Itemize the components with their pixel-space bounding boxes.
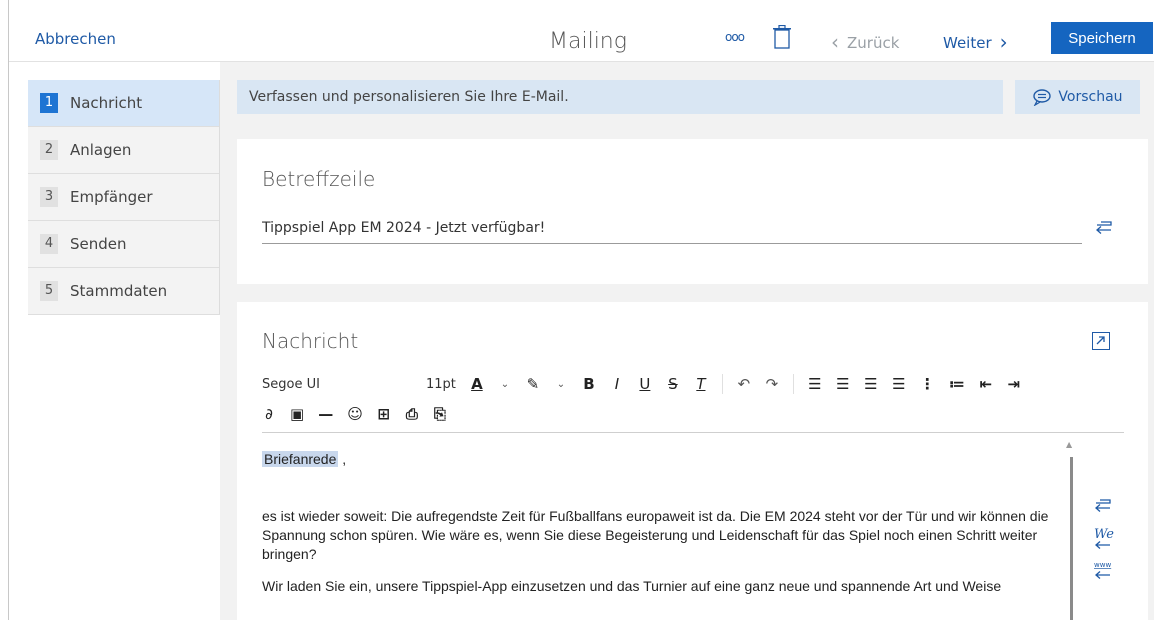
table-icon[interactable]: ⊞ [377, 403, 391, 425]
sidebar-item-label: Empfänger [70, 188, 153, 206]
subject-title: Betreffzeile [262, 167, 376, 191]
sidebar-item-nachricht[interactable]: 1 Nachricht [28, 80, 220, 127]
chevron-down-icon[interactable]: ⌄ [498, 373, 512, 395]
chevron-down-icon[interactable]: ⌄ [554, 373, 568, 395]
step-number: 3 [40, 187, 58, 207]
sidebar-item-label: Nachricht [70, 94, 143, 112]
align-right-icon[interactable]: ☰ [864, 373, 878, 395]
top-bar: Abbrechen Mailing ooo ‹ Zurück Weiter › Sp… [9, 0, 1154, 62]
sidebar-item-senden[interactable]: 4 Senden [28, 221, 220, 268]
font-color-icon[interactable]: A [470, 373, 484, 395]
bold-icon[interactable]: B [582, 373, 596, 395]
message-paragraph: Wir laden Sie ein, unsere Tippspiel-App … [262, 578, 1002, 594]
message-editor[interactable]: Briefanrede , es ist wieder soweit: Die … [262, 450, 1052, 609]
expand-icon[interactable] [1092, 332, 1110, 350]
step-number: 2 [40, 140, 58, 160]
message-title: Nachricht [262, 329, 359, 353]
editor-divider [262, 432, 1124, 433]
insert-field-icon[interactable] [1093, 219, 1115, 237]
svg-text:www: www [1094, 561, 1111, 569]
italic-icon[interactable]: I [610, 373, 624, 395]
salutation-placeholder[interactable]: Briefanrede [262, 451, 339, 467]
preview-button[interactable]: Vorschau [1015, 80, 1140, 114]
sidebar-item-label: Anlagen [70, 141, 132, 159]
horizontal-rule-icon[interactable]: — [318, 403, 333, 425]
scroll-up-arrow[interactable]: ▲ [1066, 440, 1072, 449]
font-family-select[interactable]: Segoe UI [262, 373, 412, 395]
link-icon[interactable]: ∂ [262, 403, 276, 425]
more-options-icon[interactable]: ooo [725, 30, 745, 44]
cancel-button[interactable]: Abbrechen [35, 30, 116, 48]
sidebar-item-anlagen[interactable]: 2 Anlagen [28, 127, 220, 174]
salutation-suffix: , [338, 451, 347, 467]
sidebar-item-stammdaten[interactable]: 5 Stammdaten [28, 268, 220, 315]
sidebar-divider [219, 80, 220, 314]
preview-label: Vorschau [1058, 89, 1123, 105]
message-card: Nachricht Segoe UI 11pt A ⌄ ✎ ⌄ B I U S … [237, 302, 1148, 620]
sidebar-item-label: Stammdaten [70, 282, 168, 300]
preview-bubble-icon [1033, 89, 1052, 106]
editor-toolbar: Segoe UI 11pt A ⌄ ✎ ⌄ B I U S T ↶ ↷ ☰ ☰ … [262, 372, 1021, 396]
trash-icon[interactable] [772, 25, 792, 49]
numbered-list-icon[interactable]: ⋮ [920, 373, 935, 395]
step-sidebar: 1 Nachricht 2 Anlagen 3 Empfänger 4 Send… [28, 80, 220, 315]
chevron-right-icon: › [999, 30, 1008, 54]
back-button[interactable]: ‹ Zurück [831, 29, 900, 54]
subject-card: Betreffzeile [237, 139, 1148, 284]
redo-icon[interactable]: ↷ [765, 373, 779, 395]
image-icon[interactable]: ▣ [290, 403, 304, 425]
outdent-icon[interactable]: ⇤ [979, 373, 993, 395]
toolbar-divider [792, 374, 794, 394]
window-left-border [8, 0, 9, 620]
step-number: 1 [40, 93, 58, 113]
insert-salutation-icon[interactable]: We [1092, 526, 1114, 552]
emoji-icon[interactable]: ☺ [347, 403, 363, 425]
toolbar-divider [721, 374, 723, 394]
align-center-icon[interactable]: ☰ [836, 373, 850, 395]
indent-icon[interactable]: ⇥ [1007, 373, 1021, 395]
sidebar-item-label: Senden [70, 235, 127, 253]
template-icon[interactable]: ⎘ [433, 403, 447, 425]
undo-icon[interactable]: ↶ [737, 373, 751, 395]
back-label: Zurück [847, 34, 900, 52]
highlight-color-icon[interactable]: ✎ [526, 373, 540, 395]
insert-field-icon[interactable] [1092, 497, 1114, 515]
sidebar-item-empfaenger[interactable]: 3 Empfänger [28, 174, 220, 221]
insert-link-icon[interactable]: www [1092, 558, 1114, 584]
underline-icon[interactable]: U [638, 373, 652, 395]
next-button[interactable]: Weiter › [943, 29, 1008, 54]
next-label: Weiter [943, 34, 992, 52]
clear-format-icon[interactable]: T [694, 373, 708, 395]
align-justify-icon[interactable]: ☰ [892, 373, 906, 395]
font-size-select[interactable]: 11pt [426, 373, 456, 395]
chevron-left-icon: ‹ [831, 30, 839, 54]
step-number: 5 [40, 281, 58, 301]
info-bar: Verfassen und personalisieren Sie Ihre E… [237, 80, 1003, 114]
strikethrough-icon[interactable]: S [666, 373, 680, 395]
print-icon[interactable]: ⎙ [405, 403, 419, 425]
step-number: 4 [40, 234, 58, 254]
scrollbar[interactable] [1070, 457, 1073, 620]
page-title: Mailing [549, 29, 627, 54]
bullet-list-icon[interactable]: ≔ [949, 373, 965, 395]
message-paragraph: es ist wieder soweit: Die aufregendste Z… [262, 508, 1049, 562]
svg-text:We: We [1094, 527, 1114, 542]
save-button[interactable]: Speichern [1051, 22, 1153, 54]
subject-input[interactable] [262, 216, 1082, 244]
editor-toolbar-row2: ∂ ▣ — ☺ ⊞ ⎙ ⎘ [262, 402, 447, 426]
align-left-icon[interactable]: ☰ [808, 373, 822, 395]
